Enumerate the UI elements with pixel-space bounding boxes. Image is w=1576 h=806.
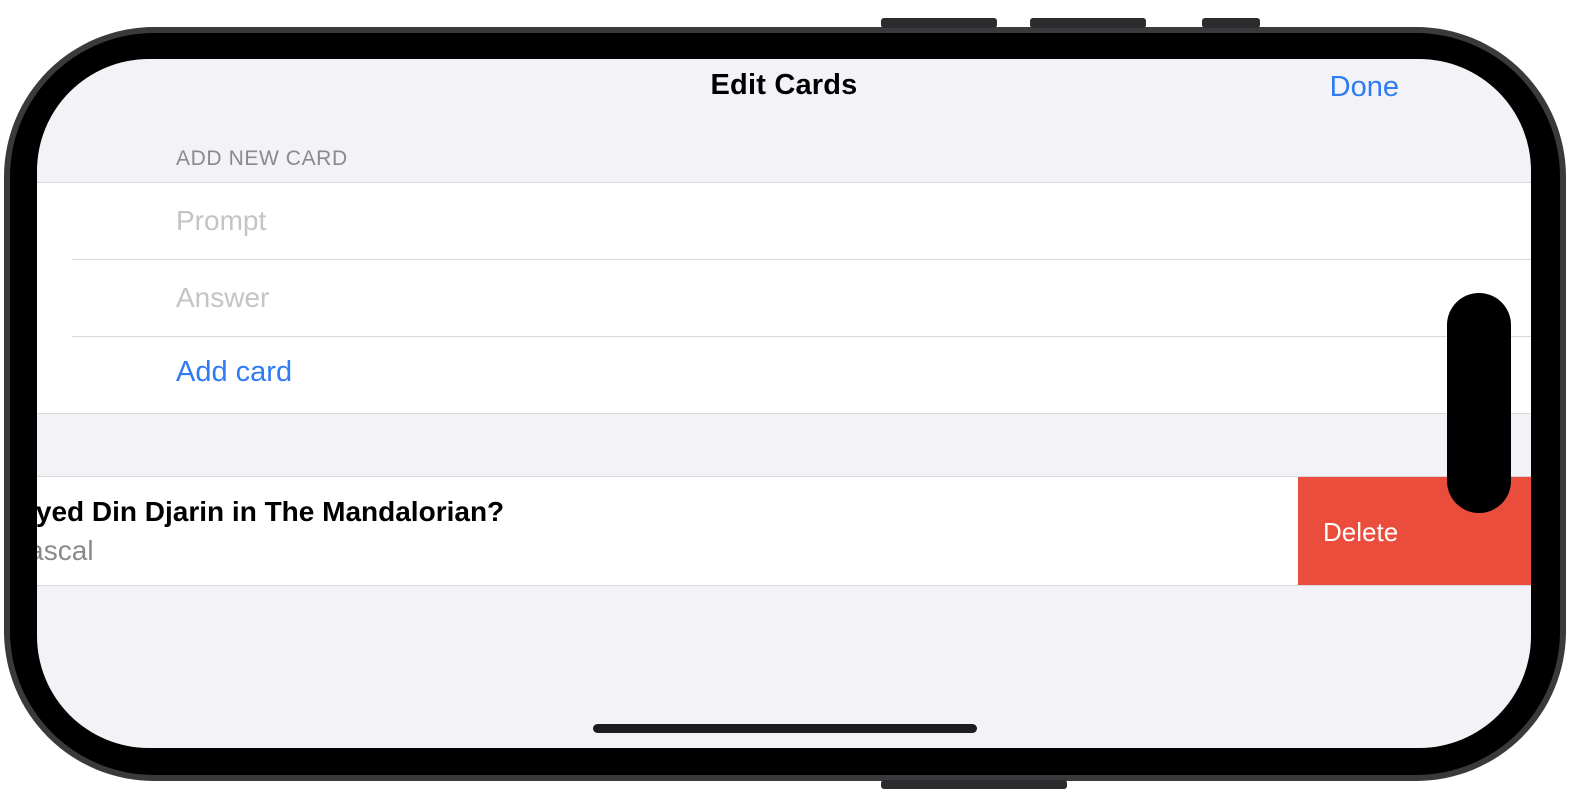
volume-up-button <box>881 18 997 28</box>
add-card-form: Add card <box>37 182 1531 414</box>
screen: Edit Cards Done ADD NEW CARD Add card Wh… <box>37 59 1531 748</box>
prompt-input[interactable] <box>176 201 1376 241</box>
add-card-row: Add card <box>37 337 1531 414</box>
side-button <box>881 780 1067 789</box>
prompt-row <box>37 183 1531 260</box>
page-title: Edit Cards <box>710 69 858 101</box>
done-button[interactable]: Done <box>1330 71 1399 104</box>
add-card-button[interactable]: Add card <box>176 356 292 389</box>
card-content: Who played Din Djarin in The Mandalorian… <box>37 477 1297 585</box>
answer-input[interactable] <box>176 278 1376 318</box>
mute-switch <box>1202 18 1260 28</box>
delete-label: Delete <box>1323 517 1399 547</box>
card-list-item[interactable]: Who played Din Djarin in The Mandalorian… <box>37 476 1531 586</box>
dynamic-island <box>1447 293 1511 513</box>
add-new-card-header: ADD NEW CARD <box>176 147 348 170</box>
card-answer: Pedro Pascal <box>37 535 94 566</box>
volume-down-button <box>1030 18 1146 28</box>
card-prompt: Who played Din Djarin in The Mandalorian… <box>37 496 505 527</box>
answer-row <box>37 260 1531 337</box>
home-indicator[interactable] <box>593 724 977 733</box>
